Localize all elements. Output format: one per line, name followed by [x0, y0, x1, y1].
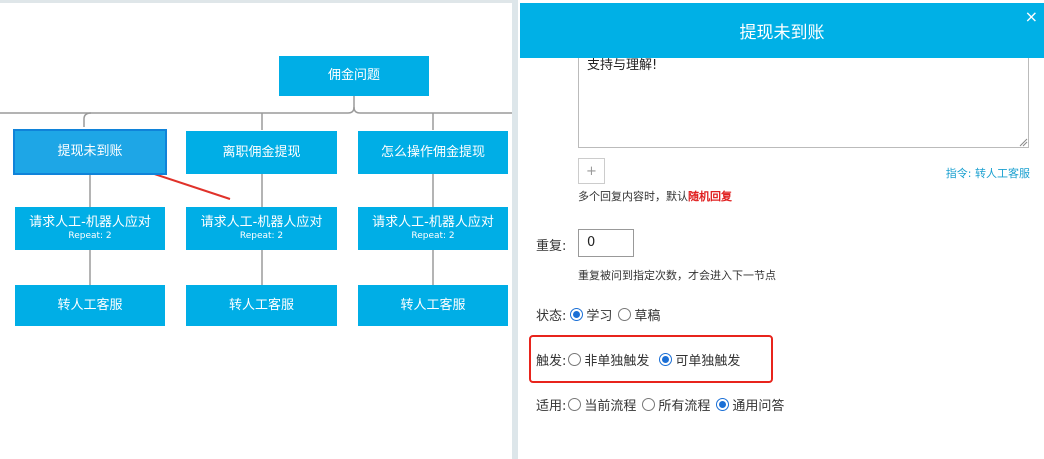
radio-checked-icon [659, 353, 673, 366]
radio-checked-icon [570, 308, 584, 321]
node-action-1[interactable]: 请求人工-机器人应对 Repeat: 2 [15, 207, 165, 250]
node-branch-3-label: 怎么操作佣金提现 [380, 144, 485, 160]
node-action-2-repeat: Repeat: 2 [239, 231, 284, 241]
apply-label: 适用: [536, 399, 567, 414]
connector-trunk-left [0, 96, 355, 114]
command-link[interactable]: 指令: 转人工客服 [946, 165, 1030, 181]
node-leaf-2[interactable]: 转人工客服 [186, 285, 337, 326]
reply-text: 支持与理解! [587, 58, 658, 73]
node-branch-2[interactable]: 离职佣金提现 [186, 131, 337, 174]
radio-trigger-standalone[interactable]: 可单独触发 [659, 350, 740, 369]
node-action-3-label: 请求人工-机器人应对 [372, 215, 494, 230]
flow-canvas[interactable]: 佣金问题 提现未到账 离职佣金提现 怎么操作佣金提现 请求人工-机器人应对 Re… [0, 0, 512, 459]
node-leaf-3[interactable]: 转人工客服 [358, 285, 508, 326]
apply-row: 适用: 当前流程 所有流程 通用问答 [536, 395, 790, 414]
radio-status-learn[interactable]: 学习 [570, 305, 612, 324]
node-root-label: 佣金问题 [327, 68, 380, 83]
repeat-label: 重复: [536, 239, 567, 254]
radio-label: 通用问答 [732, 399, 785, 414]
radio-label: 学习 [586, 309, 613, 324]
reply-hint-emphasis: 随机回复 [688, 190, 732, 203]
radio-label: 可单独触发 [675, 354, 741, 369]
radio-label: 草稿 [634, 309, 661, 324]
node-leaf-3-label: 转人工客服 [400, 297, 466, 313]
radio-checked-icon [716, 398, 730, 411]
connector-branch-1 [83, 112, 92, 127]
connector-trunk-right [353, 106, 512, 114]
node-action-2[interactable]: 请求人工-机器人应对 Repeat: 2 [186, 207, 337, 250]
trigger-row: 触发: 非单独触发 可单独触发 [536, 350, 746, 369]
reply-hint-text: 多个回复内容时，默认 [578, 190, 688, 203]
node-action-1-repeat: Repeat: 2 [68, 231, 112, 241]
node-action-3[interactable]: 请求人工-机器人应对 Repeat: 2 [358, 207, 508, 250]
radio-trigger-non-standalone[interactable]: 非单独触发 [568, 350, 649, 369]
node-action-2-label: 请求人工-机器人应对 [200, 215, 323, 230]
repeat-input[interactable]: 0 [578, 229, 634, 257]
node-action-1-label: 请求人工-机器人应对 [29, 215, 151, 230]
radio-unchecked-icon [618, 308, 632, 321]
status-row: 状态: 学习 草稿 [536, 305, 666, 324]
node-branch-2-label: 离职佣金提现 [222, 144, 301, 160]
node-leaf-1-label: 转人工客服 [57, 297, 123, 313]
radio-label: 非单独触发 [584, 354, 650, 369]
panel-title: 提现未到账 [739, 23, 825, 43]
trigger-label: 触发: [536, 354, 567, 369]
radio-apply-current[interactable]: 当前流程 [568, 395, 636, 414]
resize-grip-icon[interactable] [1018, 137, 1028, 147]
node-leaf-2-label: 转人工客服 [228, 297, 294, 313]
radio-apply-all[interactable]: 所有流程 [642, 395, 710, 414]
reply-textarea[interactable]: 支持与理解! [578, 58, 1029, 148]
node-editor-panel: 提现未到账 × 支持与理解! + 指令: 转人工客服 多个回复内容时，默认随机回… [518, 0, 1044, 459]
node-leaf-1[interactable]: 转人工客服 [15, 285, 165, 326]
close-icon[interactable]: × [1025, 9, 1038, 25]
radio-unchecked-icon [568, 353, 582, 366]
radio-unchecked-icon [568, 398, 582, 411]
add-reply-button[interactable]: + [578, 158, 605, 184]
radio-label: 当前流程 [584, 399, 637, 414]
node-branch-1[interactable]: 提现未到账 [13, 129, 167, 175]
reply-hint: 多个回复内容时，默认随机回复 [578, 188, 732, 204]
repeat-hint: 重复被问到指定次数，才会进入下一节点 [578, 269, 776, 282]
node-action-3-repeat: Repeat: 2 [411, 231, 455, 241]
radio-label: 所有流程 [658, 399, 711, 414]
status-label: 状态: [536, 309, 567, 324]
node-root[interactable]: 佣金问题 [279, 56, 429, 96]
radio-status-draft[interactable]: 草稿 [618, 305, 660, 324]
panel-header: 提现未到账 × [520, 3, 1044, 58]
radio-apply-general[interactable]: 通用问答 [716, 395, 784, 414]
plus-icon: + [586, 163, 597, 179]
radio-unchecked-icon [642, 398, 656, 411]
node-branch-3[interactable]: 怎么操作佣金提现 [358, 131, 508, 174]
node-branch-1-label: 提现未到账 [57, 144, 123, 159]
